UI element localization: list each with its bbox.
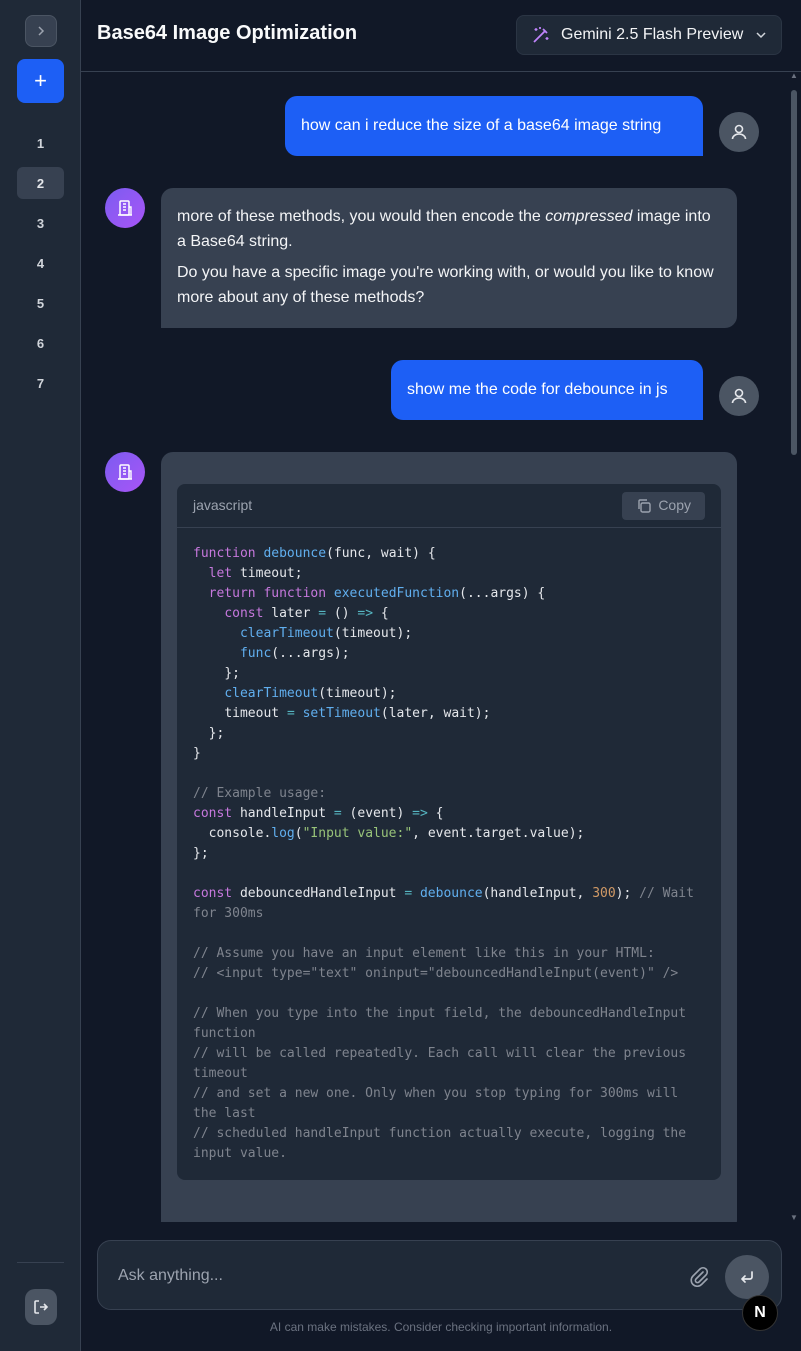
next-logo-icon[interactable]: N bbox=[742, 1295, 778, 1331]
code-language: javascript bbox=[193, 497, 253, 513]
model-selector[interactable]: Gemini 2.5 Flash Preview bbox=[516, 15, 782, 55]
sidebar-item-6[interactable]: 6 bbox=[17, 327, 64, 359]
user-message-text: how can i reduce the size of a base64 im… bbox=[301, 117, 662, 134]
building-icon bbox=[118, 200, 132, 216]
sidebar-toggle-button[interactable] bbox=[25, 15, 57, 47]
sidebar-item-7[interactable]: 7 bbox=[17, 367, 64, 399]
chevron-down-icon bbox=[756, 32, 766, 39]
user-avatar bbox=[719, 112, 759, 152]
paperclip-icon bbox=[690, 1266, 709, 1287]
sidebar-item-5[interactable]: 5 bbox=[17, 287, 64, 319]
logout-icon bbox=[34, 1300, 49, 1314]
user-message: show me the code for debounce in js bbox=[391, 360, 703, 420]
disclaimer-text: AI can make mistakes. Consider checking … bbox=[269, 1320, 613, 1334]
page-title: Base64 Image Optimization bbox=[97, 22, 358, 44]
magic-wand-icon bbox=[533, 27, 549, 43]
chat-input[interactable] bbox=[118, 1263, 678, 1289]
chevron-right-icon bbox=[38, 26, 45, 36]
header: Base64 Image Optimization Gemini 2.5 Fla… bbox=[81, 0, 801, 72]
assistant-avatar bbox=[105, 188, 145, 228]
sidebar-item-2[interactable]: 2 bbox=[17, 167, 64, 199]
user-avatar bbox=[719, 376, 759, 416]
model-label: Gemini 2.5 Flash Preview bbox=[561, 26, 744, 43]
assistant-message: javascript Copy function debounce(func, … bbox=[161, 452, 737, 1222]
attach-button[interactable] bbox=[688, 1265, 710, 1287]
enter-icon bbox=[741, 1271, 753, 1283]
copy-button[interactable]: Copy bbox=[622, 491, 705, 520]
building-icon bbox=[118, 464, 132, 480]
user-icon bbox=[731, 388, 747, 404]
scroll-thumb[interactable] bbox=[791, 90, 797, 455]
assistant-paragraph: Do you have a specific image you're work… bbox=[177, 264, 714, 306]
scrollbar[interactable]: ▲ ▼ bbox=[787, 72, 801, 1222]
chat-input-box bbox=[97, 1240, 782, 1310]
sidebar-item-1[interactable]: 1 bbox=[17, 127, 64, 159]
user-message-text: show me the code for debounce in js bbox=[407, 381, 668, 398]
code-block-header: javascript Copy bbox=[177, 484, 721, 528]
copy-label: Copy bbox=[658, 497, 691, 513]
scroll-down-icon[interactable]: ▼ bbox=[790, 1214, 798, 1222]
assistant-text: more of these methods, you would then en… bbox=[177, 208, 546, 225]
sidebar-divider bbox=[17, 1262, 64, 1263]
app-root: + 1 2 3 4 5 6 7 Base64 Image Optimizatio… bbox=[0, 0, 801, 1351]
sidebar: + 1 2 3 4 5 6 7 bbox=[0, 0, 81, 1351]
user-message: how can i reduce the size of a base64 im… bbox=[285, 96, 703, 156]
sidebar-item-3[interactable]: 3 bbox=[17, 207, 64, 239]
copy-icon bbox=[638, 498, 652, 513]
assistant-message: more of these methods, you would then en… bbox=[161, 188, 737, 328]
code-block: javascript Copy function debounce(func, … bbox=[177, 484, 721, 1180]
scroll-up-icon[interactable]: ▲ bbox=[790, 72, 798, 80]
user-icon bbox=[731, 124, 747, 140]
logout-button[interactable] bbox=[25, 1289, 57, 1325]
send-button[interactable] bbox=[725, 1255, 769, 1299]
new-chat-button[interactable]: + bbox=[17, 59, 64, 103]
code-content: function debounce(func, wait) { let time… bbox=[193, 546, 702, 1161]
chat-area[interactable]: how can i reduce the size of a base64 im… bbox=[81, 72, 801, 1222]
sidebar-item-4[interactable]: 4 bbox=[17, 247, 64, 279]
assistant-emphasis: compressed bbox=[545, 208, 633, 225]
assistant-paragraph: more of these methods, you would then en… bbox=[177, 204, 721, 254]
assistant-avatar bbox=[105, 452, 145, 492]
